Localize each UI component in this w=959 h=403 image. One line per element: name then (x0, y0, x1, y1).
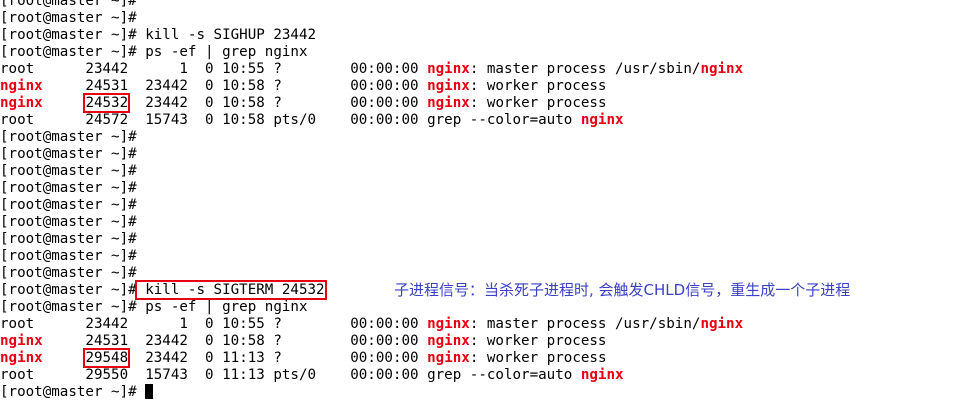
terminal-line: nginx 29548 23442 0 11:13 ? 00:00:00 ngi… (0, 348, 959, 368)
terminal-text: [root@master ~]# (0, 282, 137, 298)
terminal-text: [root@master ~]# ps -ef | grep nginx (0, 44, 308, 60)
terminal-text: [root@master ~]# (0, 214, 137, 230)
terminal-line: root 23442 1 0 10:55 ? 00:00:00 nginx: m… (0, 61, 959, 78)
terminal-text: root 23442 1 0 10:55 ? 00:00:00 (0, 316, 428, 332)
highlighted-match: nginx (0, 350, 43, 366)
highlighted-match: nginx (427, 350, 470, 366)
highlighted-match: nginx (427, 61, 470, 77)
highlighted-match: nginx (0, 95, 43, 111)
terminal-text: : master process /usr/sbin/ (469, 61, 701, 77)
terminal-line: [root@master ~]# kill -s SIGHUP 23442 (0, 27, 959, 44)
terminal-text: [root@master ~]# (0, 265, 137, 281)
terminal-line: [root@master ~]# (0, 214, 959, 231)
terminal-line: [root@master ~]# (0, 146, 959, 163)
terminal-line: [root@master ~]# (0, 197, 959, 214)
terminal-line: nginx 24531 23442 0 10:58 ? 00:00:00 ngi… (0, 333, 959, 350)
terminal-line: [root@master ~]# ps -ef | grep nginx (0, 44, 959, 61)
boxed-highlight: 29548 (83, 348, 131, 368)
terminal-text: root 24572 15743 0 10:58 pts/0 00:00:00 … (0, 112, 581, 128)
highlighted-match: nginx (580, 112, 624, 128)
terminal-line: nginx 24531 23442 0 10:58 ? 00:00:00 ngi… (0, 78, 959, 95)
terminal-line: nginx 24532 23442 0 10:58 ? 00:00:00 ngi… (0, 93, 959, 113)
terminal-text: [root@master ~]# (0, 0, 137, 9)
terminal-text: : master process /usr/sbin/ (469, 316, 701, 332)
terminal-text: : worker process (469, 78, 607, 94)
terminal-line: root 23442 1 0 10:55 ? 00:00:00 nginx: m… (0, 316, 959, 333)
terminal-line: [root@master ~]# (0, 180, 959, 197)
terminal-line: [root@master ~]# ps -ef | grep nginx (0, 299, 959, 316)
terminal-text: root 23442 1 0 10:55 ? 00:00:00 (0, 61, 428, 77)
terminal-text: 24531 23442 0 10:58 ? 00:00:00 (42, 333, 428, 349)
terminal-line: [root@master ~]# (0, 10, 959, 27)
terminal-text: [root@master ~]# (0, 384, 146, 400)
text-cursor (145, 384, 154, 399)
terminal-text: 23442 0 11:13 ? 00:00:00 (128, 350, 428, 366)
terminal-text: [root@master ~]# ps -ef | grep nginx (0, 299, 308, 315)
highlighted-match: nginx (580, 367, 624, 383)
boxed-highlight: kill -s SIGTERM 24532 (134, 280, 327, 300)
highlighted-match: nginx (427, 95, 470, 111)
terminal-text: [root@master ~]# (0, 248, 137, 264)
highlighted-match: nginx (0, 78, 43, 94)
terminal-text: [root@master ~]# (0, 129, 137, 145)
highlighted-match: nginx (0, 333, 43, 349)
terminal-text: : worker process (469, 350, 607, 366)
highlighted-match: nginx (700, 61, 744, 77)
terminal-text: [root@master ~]# (0, 231, 137, 247)
terminal-text: [root@master ~]# (0, 10, 137, 26)
terminal-line: [root@master ~]# (0, 163, 959, 180)
terminal-line: [root@master ~]# (0, 129, 959, 146)
annotation-note: 子进程信号：当杀死子进程时, 会触发CHLD信号，重生成一个子进程 (394, 281, 851, 299)
highlighted-match: nginx (700, 316, 744, 332)
terminal-text: [root@master ~]# (0, 146, 137, 162)
terminal-line: [root@master ~]# (0, 248, 959, 265)
terminal-text: [root@master ~]# (0, 180, 137, 196)
boxed-highlight: 24532 (83, 93, 131, 113)
highlighted-match: nginx (427, 78, 470, 94)
terminal-text: [root@master ~]# (0, 163, 137, 179)
terminal-line: root 29550 15743 0 11:13 pts/0 00:00:00 … (0, 367, 959, 384)
terminal-line: root 24572 15743 0 10:58 pts/0 00:00:00 … (0, 112, 959, 129)
highlighted-match: nginx (427, 333, 470, 349)
terminal-text: root 29550 15743 0 11:13 pts/0 00:00:00 … (0, 367, 581, 383)
terminal-text: : worker process (469, 95, 607, 111)
terminal-text: : worker process (469, 333, 607, 349)
terminal-line: [root@master ~]# (0, 231, 959, 248)
highlighted-match: nginx (427, 316, 470, 332)
terminal-line: [root@master ~]# (0, 384, 959, 401)
terminal-text: 23442 0 10:58 ? 00:00:00 (128, 95, 428, 111)
terminal-text: [root@master ~]# kill -s SIGHUP 23442 (0, 27, 317, 43)
terminal-line: [root@master ~]# (0, 0, 959, 10)
terminal-text: 24531 23442 0 10:58 ? 00:00:00 (42, 78, 428, 94)
terminal-text: [root@master ~]# (0, 197, 137, 213)
terminal-window[interactable]: [root@master ~]# [root@master ~]# [root@ma… (0, 0, 959, 403)
